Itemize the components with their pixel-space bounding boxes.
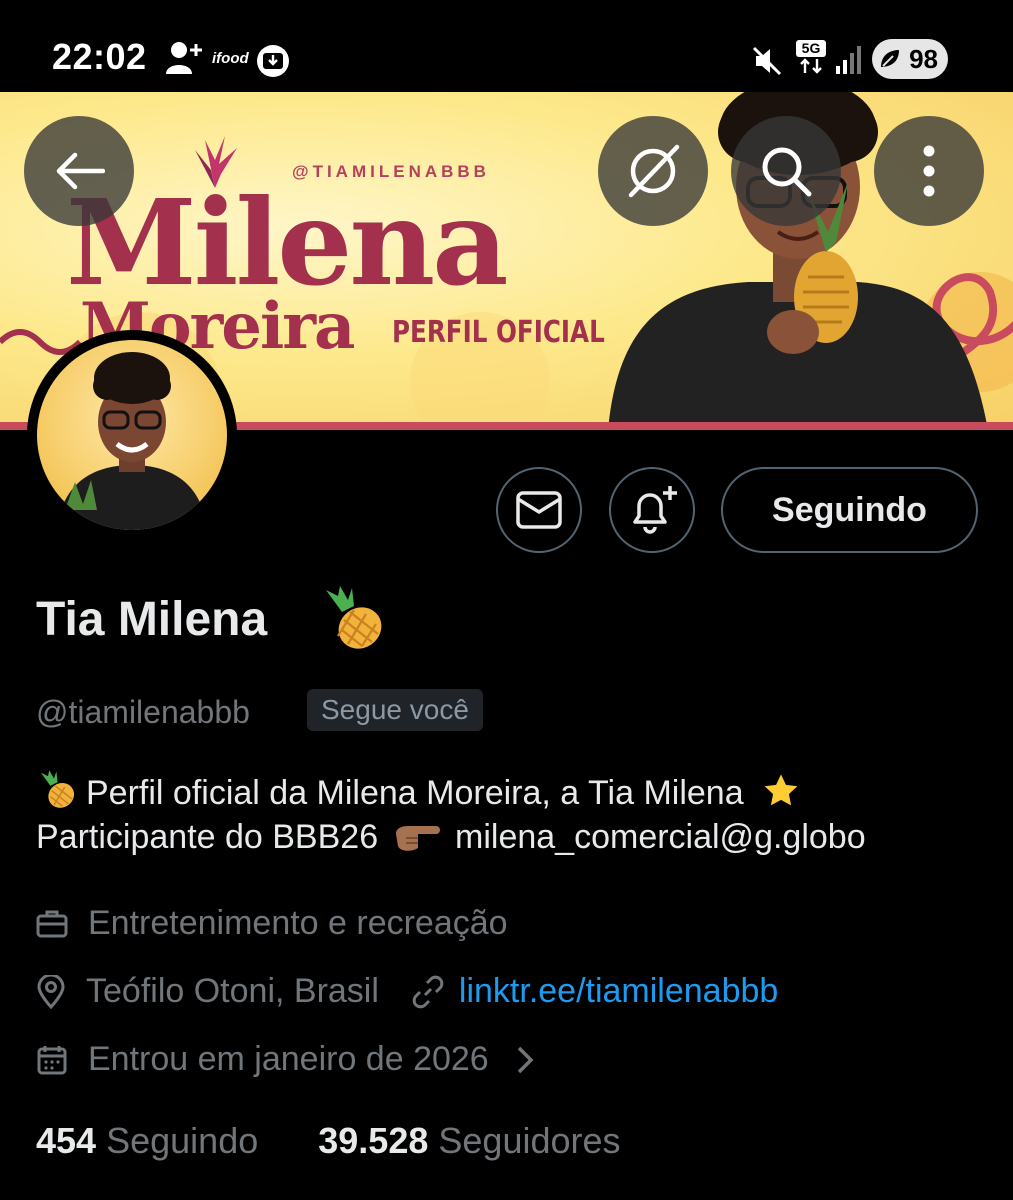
more-options-button[interactable] xyxy=(874,116,984,226)
followers-count: 39.528 xyxy=(318,1120,429,1161)
network-label: 5G xyxy=(796,40,826,57)
network-5g-icon: 5G xyxy=(796,40,826,76)
bell-plus-icon xyxy=(633,486,677,534)
calendar-icon xyxy=(37,1045,67,1074)
location-link-row: Teófilo Otoni, Brasil linktr.ee/tiamilen… xyxy=(36,972,778,1011)
download-icon xyxy=(257,45,289,77)
bio-text-1: Perfil oficial da Milena Moreira, a Tia … xyxy=(86,774,744,812)
data-arrows-icon xyxy=(800,58,822,74)
grok-icon xyxy=(628,144,680,198)
envelope-icon xyxy=(516,491,562,529)
banner-name: Milena xyxy=(66,173,509,312)
star-emoji-icon xyxy=(764,774,798,806)
ifood-icon: ifood xyxy=(212,50,249,67)
followers-stat[interactable]: 39.528 Seguidores xyxy=(318,1120,620,1161)
pointing-hand-emoji-icon xyxy=(395,826,440,851)
back-button[interactable] xyxy=(24,116,134,226)
following-button[interactable]: Seguindo xyxy=(721,467,978,553)
bio-text-2: Participante do BBB26 xyxy=(36,818,379,856)
mute-icon xyxy=(752,46,782,76)
profile-link[interactable]: linktr.ee/tiamilenabbb xyxy=(459,972,778,1011)
battery-icon: 98 xyxy=(872,39,948,79)
following-label: Seguindo xyxy=(106,1120,259,1161)
search-icon xyxy=(762,147,812,197)
message-button[interactable] xyxy=(496,467,582,553)
signal-icon xyxy=(836,46,861,74)
location-text: Teófilo Otoni, Brasil xyxy=(86,972,379,1010)
link-icon xyxy=(412,975,444,1008)
joined-text: Entrou em janeiro de 2026 xyxy=(88,1040,489,1078)
notifications-button[interactable] xyxy=(609,467,695,553)
category-row: Entretenimento e recreação xyxy=(36,904,508,943)
chevron-right-icon xyxy=(517,1046,534,1073)
bio-line-1: Perfil oficial da Milena Moreira, a Tia … xyxy=(36,770,986,815)
search-button[interactable] xyxy=(731,116,841,226)
profile-handle: @tiamilenabbb xyxy=(36,694,250,730)
grok-button[interactable] xyxy=(598,116,708,226)
avatar-photo xyxy=(37,340,227,530)
display-name: Tia Milena xyxy=(36,593,268,646)
joined-row[interactable]: Entrou em janeiro de 2026 xyxy=(36,1040,555,1079)
banner-tagline: PERFIL OFICIAL xyxy=(392,315,605,350)
add-person-icon xyxy=(166,42,202,74)
leaf-icon xyxy=(881,50,899,67)
bio-email: milena_comercial@g.globo xyxy=(455,818,866,856)
briefcase-icon xyxy=(36,910,68,937)
avatar-person-photo xyxy=(57,352,207,530)
category-text: Entretenimento e recreação xyxy=(88,904,508,942)
battery-level: 98 xyxy=(909,43,938,74)
avatar[interactable] xyxy=(27,330,237,540)
bio-line-2: Participante do BBB26 milena_comercial@g… xyxy=(36,815,986,859)
following-stat[interactable]: 454 Seguindo xyxy=(36,1120,258,1161)
pineapple-emoji-icon xyxy=(326,586,382,649)
more-vertical-icon xyxy=(923,145,935,197)
follows-you-badge: Segue você xyxy=(307,689,483,731)
arrow-left-icon xyxy=(56,152,105,190)
status-bar: 22:02 ifood 5G 98 xyxy=(0,0,1013,92)
follow-stats: 454 Seguindo 39.528 Seguidores xyxy=(36,1120,621,1162)
followers-label: Seguidores xyxy=(438,1120,621,1161)
following-count: 454 xyxy=(36,1120,97,1161)
pineapple-emoji-icon xyxy=(40,770,75,808)
profile-bio: Perfil oficial da Milena Moreira, a Tia … xyxy=(36,770,986,859)
status-time: 22:02 xyxy=(52,36,147,77)
location-pin-icon xyxy=(37,974,65,1009)
